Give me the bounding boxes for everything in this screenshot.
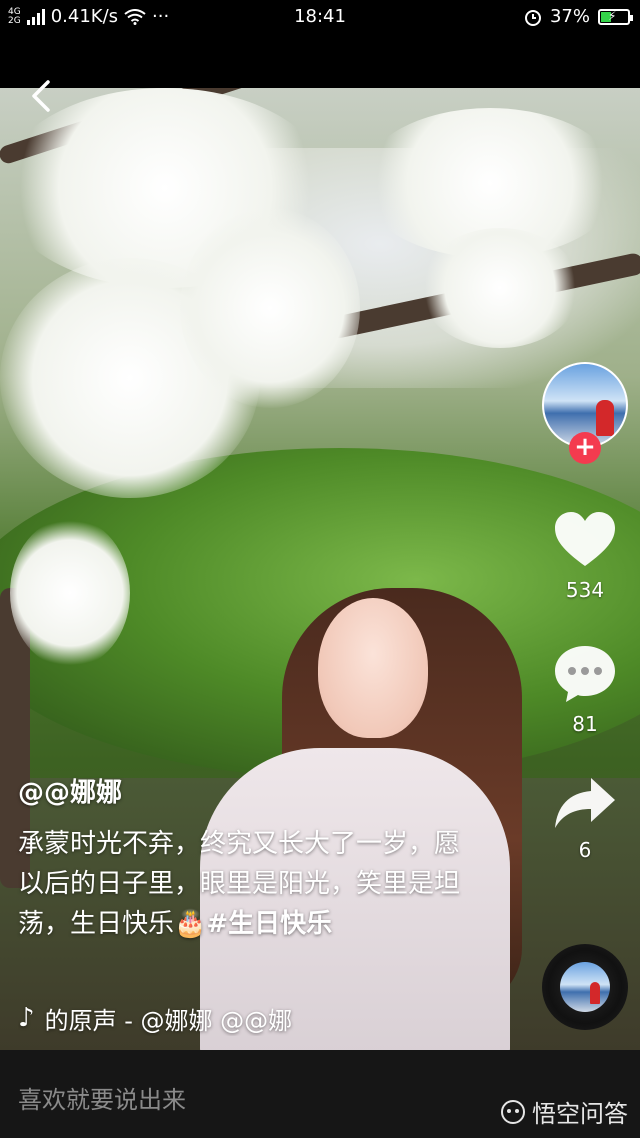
watermark: 悟空问答: [500, 1094, 628, 1129]
comment-bubble-icon[interactable]: [553, 644, 617, 704]
person-face: [318, 598, 428, 738]
follow-button[interactable]: +: [569, 432, 601, 464]
blossom-cluster: [180, 208, 360, 408]
author-avatar-group[interactable]: +: [542, 362, 628, 464]
music-disc[interactable]: [542, 944, 628, 1030]
back-arrow-icon[interactable]: [28, 78, 54, 114]
hashtag-link[interactable]: #生日快乐: [206, 909, 332, 939]
comment-input[interactable]: 喜欢就要说出来: [18, 1080, 186, 1115]
music-info[interactable]: ♪ 的原声 - @娜娜 @@娜: [18, 1000, 348, 1036]
charging-bolt-icon: ⚡: [608, 8, 617, 23]
music-title: 的原声 - @娜娜 @@娜: [44, 1006, 293, 1035]
like-count: 534: [565, 578, 605, 602]
blossom-cluster: [10, 518, 130, 668]
battery-icon: ⚡: [598, 8, 633, 25]
music-note-icon: ♪: [18, 1003, 35, 1033]
like-button[interactable]: 534: [545, 510, 625, 602]
music-disc-cover: [560, 962, 610, 1012]
bottom-bar: 喜欢就要说出来 悟空问答: [0, 1050, 640, 1138]
watermark-text: 悟空问答: [532, 1100, 628, 1128]
alarm-icon: [524, 9, 541, 26]
comment-button[interactable]: 81: [545, 644, 625, 736]
battery-percent: 37%: [549, 6, 590, 27]
video-caption: 承蒙时光不弃，终究又长大了一岁，愿以后的日子里，眼里是阳光，笑里是坦荡，生日快乐…: [18, 824, 468, 944]
wukong-logo-icon: [501, 1099, 525, 1124]
share-count: 6: [578, 838, 592, 862]
share-arrow-icon[interactable]: [553, 776, 617, 830]
blossom-cluster: [420, 228, 580, 348]
heart-icon[interactable]: [553, 510, 617, 570]
comment-count: 81: [572, 712, 598, 736]
author-name[interactable]: @@娜娜: [18, 772, 122, 809]
status-bar: 4G 2G 0.41K/s ··· 18:41 37% ⚡: [0, 0, 640, 34]
share-button[interactable]: 6: [545, 776, 625, 862]
